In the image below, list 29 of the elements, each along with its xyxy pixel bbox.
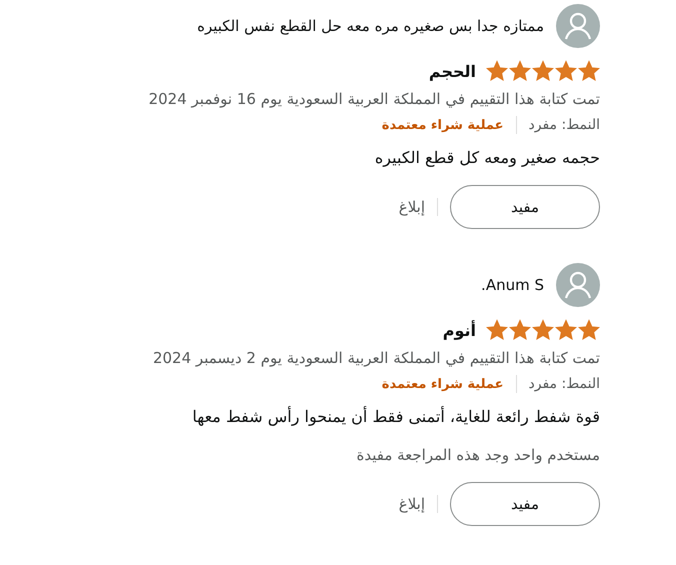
star-icon: [486, 60, 508, 82]
star-icon: [509, 319, 531, 341]
avatar-icon: [556, 263, 600, 307]
review-title: الحجم: [428, 62, 476, 80]
star-icon: [578, 60, 600, 82]
product-style: النمط: مفرد: [528, 376, 600, 392]
report-link[interactable]: إبلاغ: [398, 198, 425, 216]
review-text: حجمه صغير ومعه كل قطع الكبيره: [374, 148, 600, 167]
review-title: أنوم: [442, 320, 476, 340]
product-style: النمط: مفرد: [528, 117, 600, 133]
helpful-button[interactable]: مفيد: [450, 185, 600, 229]
star-icon: [578, 319, 600, 341]
reviewer-name: ممتازه جدا بس صغيره مره معه حل القطع نفس الكبيره: [197, 17, 544, 35]
review-text: قوة شفط رائعة للغاية، أتمنى فقط أن يمنحوا رأس شفط معها: [192, 407, 600, 426]
star-icon: [532, 319, 554, 341]
verified-purchase: عملية شراء معتمدة: [382, 376, 504, 392]
helpful-button[interactable]: مفيد: [450, 482, 600, 526]
reviewer-name: Anum S.: [481, 276, 544, 294]
review-date: تمت كتابة هذا التقييم في المملكة العربية السعودية يوم 16 نوفمبر 2024: [148, 90, 600, 108]
verified-purchase: عملية شراء معتمدة: [382, 118, 504, 132]
review-date: تمت كتابة هذا التقييم في المملكة العربية السعودية يوم 2 ديسمبر 2024: [152, 349, 600, 367]
star-icon: [509, 60, 531, 82]
star-icon: [532, 60, 554, 82]
star-icon: [555, 319, 577, 341]
helpful-count: مستخدم واحد وجد هذه المراجعة مفيدة: [356, 446, 600, 464]
report-link[interactable]: إبلاغ: [398, 495, 425, 513]
star-icon: [486, 319, 508, 341]
star-icon: [555, 60, 577, 82]
avatar-icon: [556, 4, 600, 48]
